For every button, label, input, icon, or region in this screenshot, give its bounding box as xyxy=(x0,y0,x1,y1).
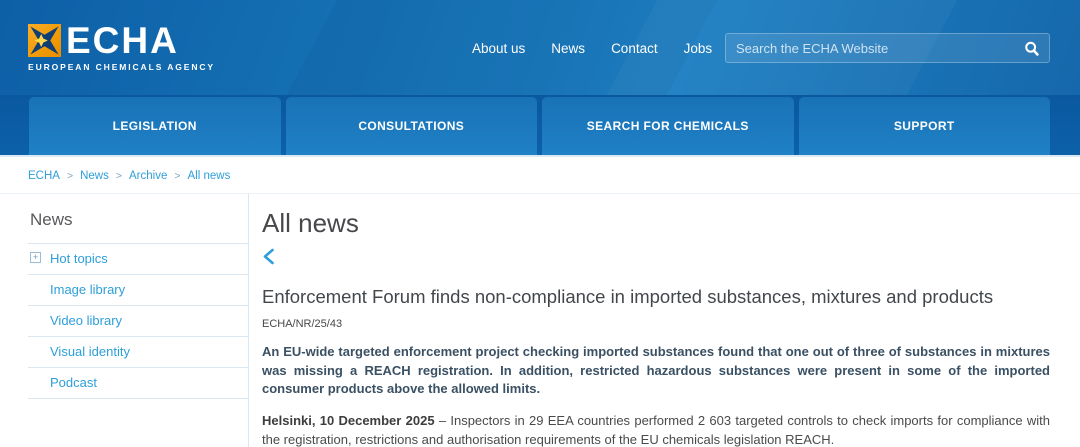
sidebar-link-visual-identity[interactable]: Visual identity xyxy=(50,344,130,359)
main-menu-bar: LEGISLATION CONSULTATIONS SEARCH FOR CHE… xyxy=(0,95,1080,157)
breadcrumb-echa[interactable]: ECHA xyxy=(28,170,60,182)
breadcrumb-news[interactable]: News xyxy=(80,170,109,182)
sidebar-link-hot-topics[interactable]: Hot topics xyxy=(50,251,108,266)
sidebar-link-podcast[interactable]: Podcast xyxy=(50,375,97,390)
sidebar-item-hot-topics: + Hot topics xyxy=(28,243,248,274)
sidebar-item-podcast: Podcast xyxy=(28,367,248,399)
sidebar-link-video-library[interactable]: Video library xyxy=(50,313,122,328)
echa-logo[interactable]: ECHA EUROPEAN CHEMICALS AGENCY xyxy=(28,24,215,72)
site-header: ECHA EUROPEAN CHEMICALS AGENCY About us … xyxy=(0,0,1080,95)
site-search xyxy=(725,33,1050,63)
search-button[interactable] xyxy=(1013,34,1049,62)
nav-news[interactable]: News xyxy=(551,41,585,56)
logo-subtitle: EUROPEAN CHEMICALS AGENCY xyxy=(28,62,215,72)
chevron-left-icon xyxy=(262,248,275,265)
menu-tab-search-for-chemicals[interactable]: SEARCH FOR CHEMICALS xyxy=(542,97,794,155)
sidebar-item-image-library: Image library xyxy=(28,274,248,305)
menu-tab-support[interactable]: SUPPORT xyxy=(799,97,1051,155)
logo-acronym: ECHA xyxy=(66,24,179,57)
nav-about-us[interactable]: About us xyxy=(472,41,525,56)
article-lead: An EU-wide targeted enforcement project … xyxy=(262,343,1050,399)
nav-jobs[interactable]: Jobs xyxy=(684,41,713,56)
top-nav: About us News Contact Jobs xyxy=(472,41,712,56)
article-reference: ECHA/NR/25/43 xyxy=(262,318,1050,330)
page-title: All news xyxy=(262,207,1050,239)
back-button[interactable] xyxy=(262,248,275,270)
main-content: All news Enforcement Forum finds non-com… xyxy=(249,194,1080,447)
breadcrumb-all-news[interactable]: All news xyxy=(188,170,231,182)
sidebar-title: News xyxy=(28,194,248,243)
content-area: News + Hot topics Image library Video li… xyxy=(0,194,1080,447)
expand-plus-icon[interactable]: + xyxy=(30,252,41,263)
breadcrumb-archive[interactable]: Archive xyxy=(129,170,167,182)
article-title: Enforcement Forum finds non-compliance i… xyxy=(262,285,1050,309)
echa-star-icon xyxy=(28,24,61,57)
news-sidebar: News + Hot topics Image library Video li… xyxy=(0,194,249,447)
sidebar-item-video-library: Video library xyxy=(28,305,248,336)
menu-tab-legislation[interactable]: LEGISLATION xyxy=(29,97,281,155)
breadcrumb: ECHA > News > Archive > All news xyxy=(0,157,1080,193)
sidebar-link-image-library[interactable]: Image library xyxy=(50,282,125,297)
search-icon xyxy=(1023,40,1040,57)
breadcrumb-separator: > xyxy=(67,170,73,182)
article-dateline: Helsinki, 10 December 2025 xyxy=(262,413,435,428)
search-input[interactable] xyxy=(726,41,1013,56)
menu-tab-consultations[interactable]: CONSULTATIONS xyxy=(286,97,538,155)
article-body: Helsinki, 10 December 2025 – Inspectors … xyxy=(262,412,1050,447)
nav-contact[interactable]: Contact xyxy=(611,41,658,56)
breadcrumb-separator: > xyxy=(116,170,122,182)
breadcrumb-separator: > xyxy=(174,170,180,182)
sidebar-item-visual-identity: Visual identity xyxy=(28,336,248,367)
